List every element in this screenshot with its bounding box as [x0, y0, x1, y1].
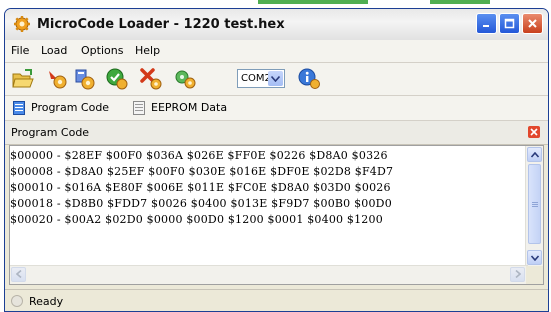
chevron-down-icon[interactable]	[268, 71, 283, 86]
tab-bar: Program Code EEPROM Data	[5, 96, 548, 121]
close-icon	[527, 18, 538, 29]
toolbar: COM2	[5, 63, 548, 96]
chevron-right-icon	[514, 268, 521, 281]
info-icon[interactable]	[297, 67, 321, 91]
horizontal-scrollbar[interactable]	[10, 265, 528, 284]
code-line: $00000 - $28EF $00F0 $036A $026E $FF0E $…	[10, 149, 388, 162]
status-bar: Ready	[5, 289, 548, 311]
open-folder-icon[interactable]	[11, 67, 35, 91]
tab-label: Program Code	[31, 101, 110, 114]
scrollbar-corner	[526, 266, 543, 284]
port-select-value: COM2	[241, 73, 271, 84]
vertical-scrollbar[interactable]	[525, 146, 543, 266]
code-line: $00020 - $00A2 $02D0 $0000 $00D0 $1200 $…	[10, 213, 383, 226]
code-line: $00018 - $D8B0 $FDD7 $0026 $0400 $013E $…	[10, 197, 392, 210]
desktop-strip	[0, 0, 551, 8]
maximize-button[interactable]	[499, 13, 520, 34]
document-icon	[13, 101, 25, 115]
vertical-scroll-thumb[interactable]	[528, 164, 541, 244]
title-bar[interactable]: MicroCode Loader - 1220 test.hex	[5, 9, 548, 40]
minimize-icon	[481, 18, 492, 29]
configure-icon[interactable]	[173, 67, 197, 91]
minimize-button[interactable]	[476, 13, 497, 34]
scroll-up-button[interactable]	[527, 147, 542, 162]
chevron-up-icon	[530, 148, 539, 161]
panel-header: Program Code	[5, 121, 548, 145]
maximize-icon	[504, 18, 515, 29]
window-title: MicroCode Loader - 1220 test.hex	[37, 17, 285, 32]
read-device-icon[interactable]	[45, 67, 69, 91]
code-line: $00008 - $D8A0 $25EF $00F0 $030E $016E $…	[10, 165, 394, 178]
code-line: $00010 - $016A $E80F $006E $011E $FC0E $…	[10, 181, 391, 194]
app-gear-icon	[13, 15, 31, 33]
close-button[interactable]	[522, 13, 543, 34]
port-select[interactable]: COM2	[237, 69, 285, 88]
app-window: MicroCode Loader - 1220 test.hex File Lo…	[4, 8, 549, 312]
status-indicator-icon	[11, 295, 23, 307]
verify-icon[interactable]	[105, 67, 129, 91]
menu-help[interactable]: Help	[135, 44, 160, 57]
menu-bar: File Load Options Help	[5, 40, 548, 63]
thumb-grip	[532, 204, 538, 205]
thumb-grip	[532, 202, 538, 203]
scroll-right-button[interactable]	[510, 267, 525, 282]
desktop-decoration	[430, 0, 490, 4]
code-lines: $00000 - $28EF $00F0 $036A $026E $FF0E $…	[10, 148, 520, 228]
panel-close-icon[interactable]	[528, 126, 540, 138]
chevron-left-icon	[15, 268, 22, 281]
erase-icon[interactable]	[139, 67, 163, 91]
scroll-down-button[interactable]	[527, 250, 542, 265]
chevron-down-icon	[530, 251, 539, 264]
desktop-decoration	[258, 0, 368, 4]
tab-label: EEPROM Data	[151, 101, 228, 114]
panel-title: Program Code	[11, 126, 90, 139]
scroll-left-button[interactable]	[11, 267, 26, 282]
document-icon	[133, 101, 145, 115]
status-text: Ready	[29, 295, 64, 308]
thumb-grip	[532, 206, 538, 207]
code-viewer[interactable]: $00000 - $28EF $00F0 $036A $026E $FF0E $…	[9, 145, 544, 285]
menu-load[interactable]: Load	[41, 44, 67, 57]
menu-file[interactable]: File	[11, 44, 29, 57]
menu-options[interactable]: Options	[81, 44, 123, 57]
write-device-icon[interactable]	[73, 67, 97, 91]
screen: MicroCode Loader - 1220 test.hex File Lo…	[0, 0, 551, 312]
